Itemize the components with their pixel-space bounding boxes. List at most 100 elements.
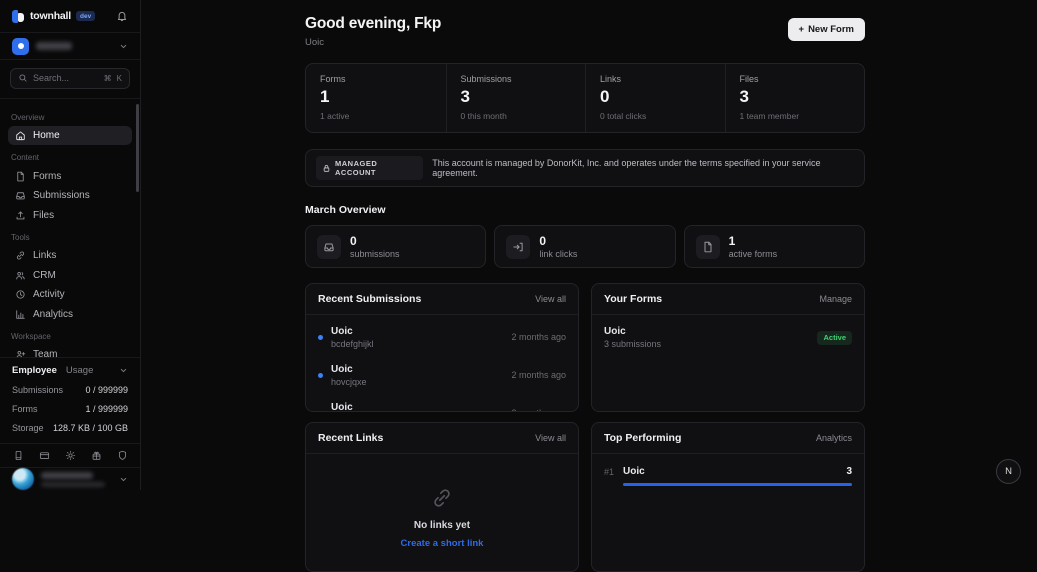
top-performing-row[interactable]: #1 Uoic 3 — [592, 454, 864, 486]
stat-label: Files — [739, 74, 759, 84]
managed-banner-text: This account is managed by DonorKit, Inc… — [432, 158, 821, 178]
user-name-redacted — [41, 471, 93, 479]
view-all-links-link[interactable]: View all — [535, 433, 566, 443]
app-title: townhall — [30, 10, 71, 23]
workspace-switcher[interactable] — [0, 33, 140, 60]
usage-row-storage: Storage 128.7 KB / 100 GB — [12, 419, 128, 438]
link-icon — [15, 250, 26, 261]
progress-track — [623, 483, 852, 486]
user-menu[interactable] — [0, 467, 140, 490]
recent-submissions-panel: Recent Submissions View all Uoic bcdefgh… — [305, 283, 579, 412]
usage-collapse-chevron-icon[interactable] — [119, 366, 128, 375]
nav-label: Team — [33, 349, 58, 357]
search-box[interactable]: ⌘ K — [10, 67, 130, 89]
nav-section-overview: Overview — [11, 112, 45, 122]
stat-value: 3 — [739, 87, 749, 106]
view-all-submissions-link[interactable]: View all — [535, 294, 566, 304]
search-icon — [18, 73, 28, 83]
user-email-redacted — [41, 481, 105, 487]
sidebar: townhall dev ⌘ K Overview Home Content — [0, 0, 141, 490]
sidebar-item-team[interactable]: Team — [8, 345, 132, 357]
recent-links-title: Recent Links — [318, 432, 384, 444]
managed-badge-label: MANAGED ACCOUNT — [335, 159, 378, 177]
page-subtitle: Uoic — [305, 37, 325, 48]
workspace-avatar — [12, 37, 29, 55]
home-icon — [15, 130, 26, 141]
sidebar-item-files[interactable]: Files — [8, 205, 132, 225]
usage-value: 1 / 999999 — [85, 404, 128, 415]
book-icon[interactable] — [13, 450, 24, 461]
nav-section-workspace: Workspace — [11, 331, 51, 341]
dashboard-grid: Recent Submissions View all Uoic bcdefgh… — [305, 283, 865, 572]
submission-time: 2 months ago — [511, 408, 566, 411]
stat-links: Links 0 0 total clicks — [585, 64, 725, 132]
usage-label: Forms — [12, 404, 38, 415]
stat-label: Links — [600, 74, 622, 84]
nav-label: Submissions — [33, 190, 90, 201]
sun-icon[interactable] — [65, 450, 76, 461]
sidebar-item-crm[interactable]: CRM — [8, 265, 132, 285]
submission-title: Uoic — [331, 401, 353, 412]
plus-icon: + — [798, 24, 805, 35]
form-row[interactable]: Uoic 3 submissions Active — [592, 315, 864, 360]
blue-dot-icon — [318, 410, 323, 411]
nav-section-content: Content — [11, 153, 40, 163]
analytics-link[interactable]: Analytics — [816, 433, 852, 443]
sidebar-header: townhall dev — [0, 0, 140, 34]
submission-time: 2 months ago — [511, 332, 566, 342]
nav-label: Home — [33, 130, 60, 141]
users-icon — [15, 270, 26, 281]
march-overview-cards: 0 submissions 0 link clicks 1 active for… — [305, 225, 865, 268]
file-icon — [695, 234, 720, 259]
overview-card-active-forms: 1 active forms — [683, 225, 865, 268]
tab-employee[interactable]: Employee — [12, 365, 57, 376]
usage-label: Storage — [12, 423, 44, 434]
active-status-badge: Active — [817, 330, 852, 345]
credit-card-icon[interactable] — [39, 450, 50, 461]
sidebar-scrollbar[interactable] — [136, 103, 139, 192]
sidebar-item-home[interactable]: Home — [8, 125, 132, 146]
gift-icon[interactable] — [91, 450, 102, 461]
submission-title: Uoic — [331, 363, 353, 375]
recent-links-panel: Recent Links View all No links yet Creat… — [305, 422, 579, 572]
sidebar-item-forms[interactable]: Forms — [8, 166, 132, 186]
bell-icon[interactable] — [116, 10, 128, 22]
nav-label: CRM — [33, 269, 56, 281]
progress-bar — [623, 483, 852, 486]
sidebar-item-activity[interactable]: Activity — [8, 285, 132, 305]
usage-label: Submissions — [12, 385, 64, 396]
user-plus-icon — [15, 349, 26, 357]
form-title: Uoic — [604, 326, 626, 337]
usage-row-forms: Forms 1 / 999999 — [12, 400, 128, 419]
managed-account-banner: MANAGED ACCOUNT This account is managed … — [305, 149, 865, 187]
march-overview-title: March Overview — [305, 204, 386, 216]
stat-forms: Forms 1 1 active — [306, 64, 446, 132]
shield-icon[interactable] — [117, 450, 128, 461]
overview-value: 0 — [350, 234, 357, 248]
form-subtitle: 3 submissions — [604, 339, 662, 349]
sidebar-item-analytics[interactable]: Analytics — [8, 304, 132, 324]
page-header: Good evening, Fkp Uoic + New Form — [305, 15, 865, 48]
submission-row[interactable]: Uoic bcdefghijkl 2 months ago — [318, 318, 566, 356]
create-short-link[interactable]: Create a short link — [401, 538, 484, 549]
stat-value: 1 — [320, 87, 330, 106]
submission-subtitle: hovcjqxe — [331, 376, 367, 387]
manage-forms-link[interactable]: Manage — [819, 294, 852, 304]
submission-row[interactable]: Uoic xur 2 months ago — [318, 394, 566, 412]
recent-submissions-title: Recent Submissions — [318, 293, 422, 305]
floating-n-button[interactable]: N — [996, 459, 1021, 484]
search-input[interactable] — [33, 73, 99, 84]
usage-panel: Employee Usage Submissions 0 / 999999 Fo… — [0, 356, 140, 443]
managed-account-badge: MANAGED ACCOUNT — [316, 156, 424, 180]
tab-usage[interactable]: Usage — [66, 365, 93, 376]
sidebar-item-submissions[interactable]: Submissions — [8, 186, 132, 206]
submission-row[interactable]: Uoic hovcjqxe 2 months ago — [318, 356, 566, 394]
links-empty-state: No links yet Create a short link — [306, 454, 578, 549]
chevron-down-icon — [119, 42, 128, 51]
your-forms-panel: Your Forms Manage Uoic 3 submissions Act… — [591, 283, 865, 412]
new-form-button[interactable]: + New Form — [787, 18, 865, 41]
sidebar-item-links[interactable]: Links — [8, 246, 132, 266]
usage-value: 128.7 KB / 100 GB — [52, 423, 128, 434]
top-form-value: 3 — [846, 466, 852, 477]
arrow-into-bracket-icon — [506, 234, 531, 259]
